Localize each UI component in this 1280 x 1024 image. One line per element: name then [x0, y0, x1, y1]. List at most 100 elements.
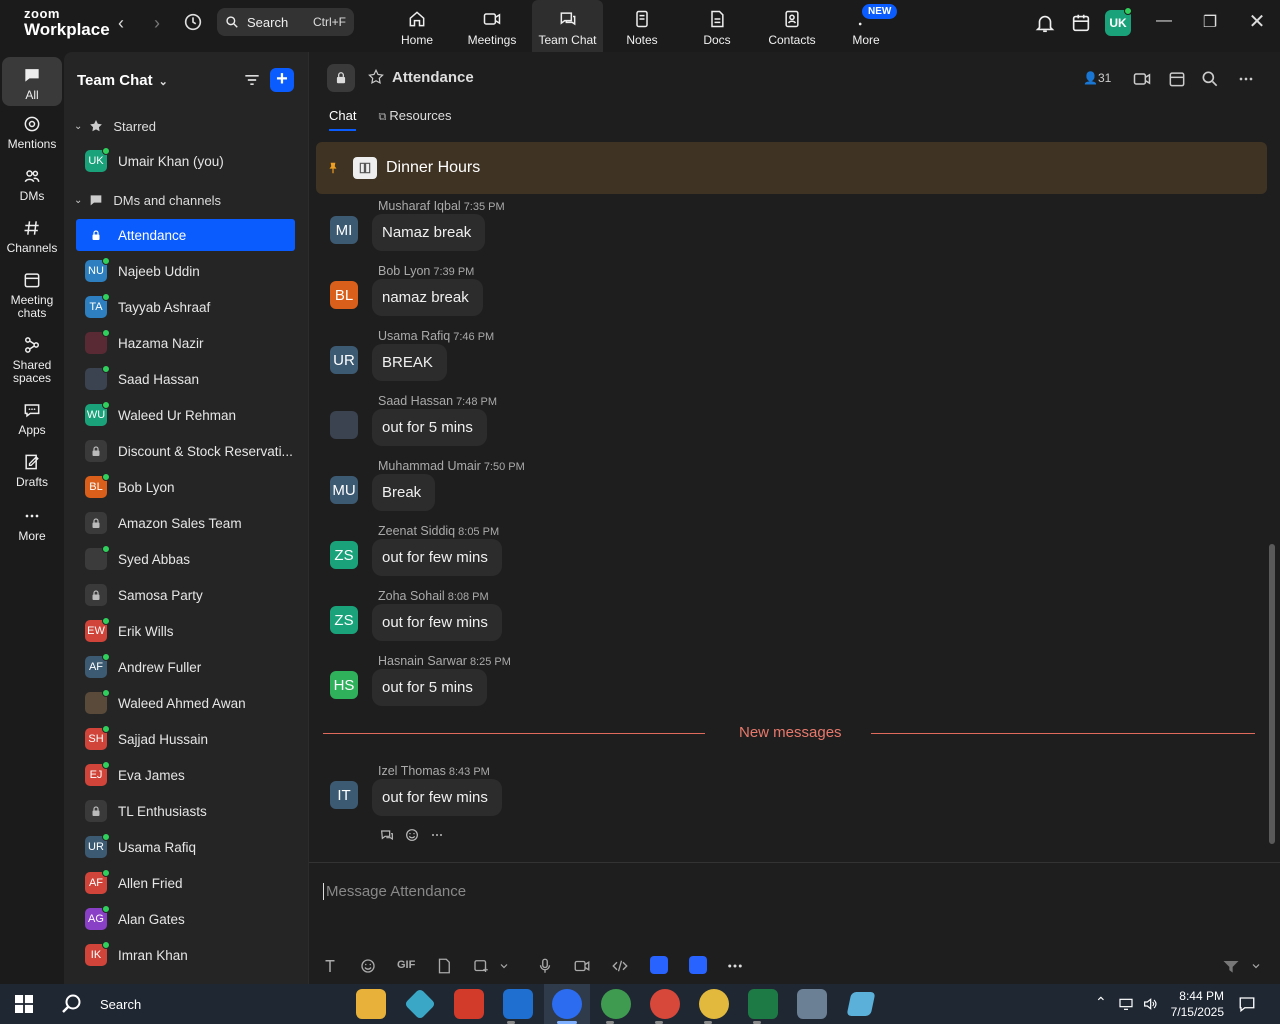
- message-bubble[interactable]: out for few mins: [372, 539, 502, 576]
- sidebar-item[interactable]: WU Waleed Ur Rehman: [76, 399, 295, 431]
- message-bubble[interactable]: out for 5 mins: [372, 409, 487, 446]
- reply-icon[interactable]: [379, 827, 395, 843]
- code-snippet-icon[interactable]: [611, 957, 629, 975]
- tab-home[interactable]: Home: [392, 0, 442, 52]
- history-icon[interactable]: [182, 11, 204, 33]
- more-actions-icon[interactable]: [429, 827, 445, 843]
- sidebar-item[interactable]: IK Imran Khan: [76, 939, 295, 971]
- avatar[interactable]: IT: [330, 781, 358, 809]
- video-call-icon[interactable]: [1132, 69, 1152, 89]
- sender-name[interactable]: Bob Lyon: [378, 264, 430, 278]
- back-arrow-icon[interactable]: ‹: [110, 12, 132, 34]
- message-bubble[interactable]: out for few mins: [372, 604, 502, 641]
- chevron-up-icon[interactable]: ⌃: [1095, 994, 1107, 1011]
- network-icon[interactable]: [1117, 996, 1135, 1012]
- dms-section-header[interactable]: ⌄ DMs and channels: [74, 192, 221, 208]
- sidebar-item[interactable]: Amazon Sales Team: [76, 507, 295, 539]
- chat-message[interactable]: HS Hasnain Sarwar 8:25 PM out for 5 mins: [329, 654, 1029, 712]
- bell-icon[interactable]: [1034, 12, 1056, 34]
- send-options-chevron-icon[interactable]: [1250, 960, 1262, 972]
- rail-item-meeting-chats[interactable]: Meeting chats: [2, 270, 62, 320]
- sidebar-item[interactable]: EW Erik Wills: [76, 615, 295, 647]
- outlook-icon[interactable]: [503, 989, 533, 1019]
- search-icon[interactable]: [1200, 69, 1220, 89]
- sender-name[interactable]: Usama Rafiq: [378, 329, 450, 343]
- chat-message[interactable]: UR Usama Rafiq 7:46 PM BREAK: [329, 329, 1029, 387]
- message-composer[interactable]: Message Attendance GIF: [309, 862, 1280, 984]
- filter-icon[interactable]: [242, 70, 262, 90]
- forward-arrow-icon[interactable]: ›: [146, 12, 168, 34]
- file-icon[interactable]: [435, 957, 453, 975]
- message-bubble[interactable]: out for 5 mins: [372, 669, 487, 706]
- windows-start-icon[interactable]: [15, 995, 33, 1013]
- sidebar-item[interactable]: Discount & Stock Reservati...: [76, 435, 295, 467]
- file-explorer-icon[interactable]: [356, 989, 386, 1019]
- chrome-icon[interactable]: [601, 989, 631, 1019]
- avatar[interactable]: ZS: [330, 606, 358, 634]
- zoom-app-icon[interactable]: [689, 956, 707, 974]
- sender-name[interactable]: Saad Hassan: [378, 394, 453, 408]
- chat-message[interactable]: MU Muhammad Umair 7:50 PM Break: [329, 459, 1029, 517]
- chevron-down-icon[interactable]: [498, 957, 510, 975]
- tab-meetings[interactable]: Meetings: [462, 0, 522, 52]
- composer-placeholder[interactable]: Message Attendance: [323, 883, 466, 900]
- avatar[interactable]: BL: [330, 281, 358, 309]
- sidebar-item[interactable]: Hazama Nazir: [76, 327, 295, 359]
- message-bubble[interactable]: Break: [372, 474, 436, 511]
- tab-team-chat[interactable]: Team Chat: [532, 0, 603, 52]
- sender-name[interactable]: Zoha Sohail: [378, 589, 445, 603]
- rail-item-more[interactable]: More: [2, 506, 62, 543]
- zoom-taskbar-icon[interactable]: [552, 989, 582, 1019]
- sidebar-item[interactable]: TA Tayyab Ashraaf: [76, 291, 295, 323]
- video-message-icon[interactable]: [573, 957, 591, 975]
- rail-item-drafts[interactable]: Drafts: [2, 452, 62, 489]
- send-icon[interactable]: [1221, 956, 1241, 976]
- member-count[interactable]: 👤31: [1083, 71, 1111, 85]
- taskbar-clock[interactable]: 8:44 PM 7/15/2025: [1168, 988, 1224, 1020]
- emoji-icon[interactable]: [359, 957, 377, 975]
- text-format-icon[interactable]: [321, 957, 339, 975]
- sender-name[interactable]: Zeenat Siddiq: [378, 524, 455, 538]
- rail-item-apps[interactable]: Apps: [2, 400, 62, 437]
- rail-item-shared-spaces[interactable]: Shared spaces: [2, 335, 62, 385]
- sidebar-item[interactable]: Attendance: [76, 219, 295, 251]
- chat-message[interactable]: ZS Zoha Sohail 8:08 PM out for few mins: [329, 589, 1029, 647]
- app-diamond-icon[interactable]: [404, 988, 436, 1020]
- close-icon[interactable]: ✕: [1245, 9, 1269, 33]
- calculator-icon[interactable]: [797, 989, 827, 1019]
- volume-icon[interactable]: [1141, 996, 1159, 1012]
- sidebar-item[interactable]: UR Usama Rafiq: [76, 831, 295, 863]
- chat-message[interactable]: Saad Hassan 7:48 PM out for 5 mins: [329, 394, 1029, 452]
- screenshot-icon[interactable]: [472, 957, 490, 975]
- more-tools-icon[interactable]: [726, 957, 744, 975]
- sidebar-item[interactable]: EJ Eva James: [76, 759, 295, 791]
- chrome-icon[interactable]: [650, 989, 680, 1019]
- sender-name[interactable]: Muhammad Umair: [378, 459, 481, 473]
- avatar[interactable]: [330, 411, 358, 439]
- rail-item-dms[interactable]: DMs: [2, 166, 62, 203]
- sidebar-item-self[interactable]: UK Umair Khan (you): [76, 145, 295, 177]
- tab-notes[interactable]: Notes: [620, 0, 664, 52]
- schedule-icon[interactable]: [1167, 69, 1187, 89]
- sidebar-item[interactable]: Syed Abbas: [76, 543, 295, 575]
- star-outline-icon[interactable]: [367, 68, 385, 86]
- emoji-reaction-icon[interactable]: [404, 827, 420, 843]
- sender-name[interactable]: Izel Thomas: [378, 764, 446, 778]
- sender-name[interactable]: Musharaf Iqbal: [378, 199, 461, 213]
- sender-name[interactable]: Hasnain Sarwar: [378, 654, 467, 668]
- chat-message[interactable]: IT Izel Thomas 8:43 PM out for few mins: [329, 764, 1029, 822]
- calendar-icon[interactable]: [1070, 12, 1092, 34]
- chat-message[interactable]: MI Musharaf Iqbal 7:35 PM Namaz break: [329, 199, 1029, 257]
- microphone-icon[interactable]: [536, 957, 554, 975]
- sidebar-item[interactable]: TL Enthusiasts: [76, 795, 295, 827]
- sidebar-item[interactable]: Saad Hassan: [76, 363, 295, 395]
- gif-button[interactable]: GIF: [397, 959, 415, 971]
- notification-center-icon[interactable]: [1237, 995, 1257, 1013]
- avatar[interactable]: UR: [330, 346, 358, 374]
- tab-contacts[interactable]: Contacts: [764, 0, 820, 52]
- filezilla-icon[interactable]: [454, 989, 484, 1019]
- new-chat-button[interactable]: +: [270, 68, 294, 92]
- chat-message[interactable]: ZS Zeenat Siddiq 8:05 PM out for few mins: [329, 524, 1029, 582]
- app-shortcut-icon[interactable]: [650, 956, 668, 974]
- sidebar-item[interactable]: AG Alan Gates: [76, 903, 295, 935]
